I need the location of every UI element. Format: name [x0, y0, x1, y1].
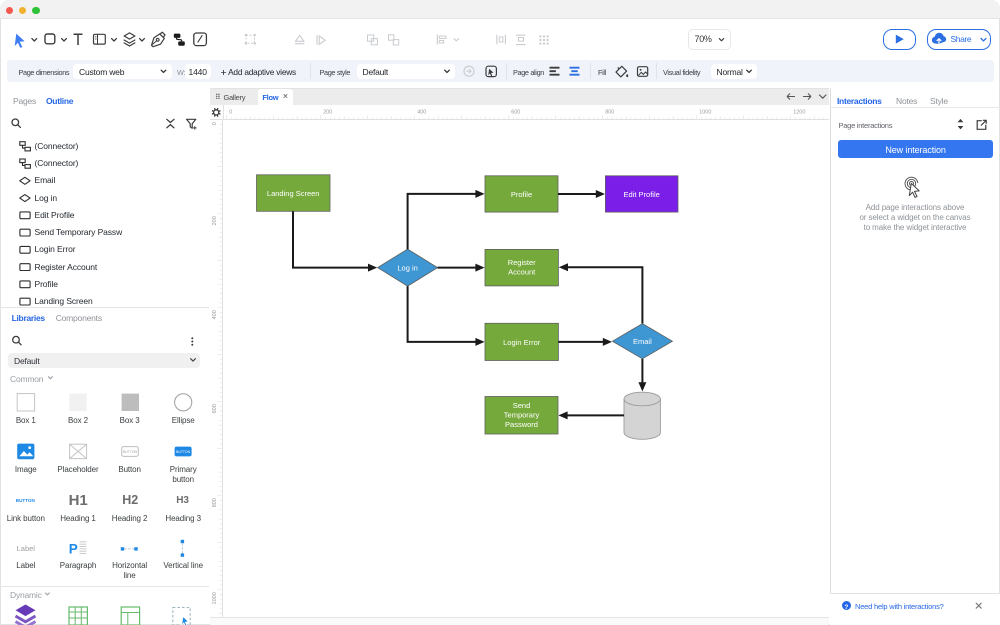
- svg-text:Log in: Log in: [397, 263, 417, 272]
- svg-text:200: 200: [212, 216, 218, 225]
- svg-text:200: 200: [323, 110, 332, 116]
- svg-text:Password: Password: [505, 420, 538, 429]
- svg-text:400: 400: [417, 110, 426, 116]
- svg-text:Register: Register: [508, 258, 536, 267]
- svg-text:600: 600: [511, 110, 520, 116]
- svg-text:Landing Screen: Landing Screen: [267, 189, 320, 198]
- svg-text:1200: 1200: [793, 110, 805, 116]
- svg-text:Email: Email: [633, 337, 652, 346]
- svg-text:Account: Account: [508, 267, 536, 276]
- svg-text:800: 800: [605, 110, 614, 116]
- svg-text:600: 600: [212, 404, 218, 413]
- svg-text:Login Error: Login Error: [503, 338, 541, 347]
- svg-text:400: 400: [212, 310, 218, 319]
- svg-text:Profile: Profile: [511, 190, 532, 199]
- svg-text:1000: 1000: [699, 110, 711, 116]
- svg-text:Temporary: Temporary: [504, 411, 540, 420]
- svg-text:800: 800: [212, 498, 218, 507]
- svg-text:1000: 1000: [212, 592, 218, 604]
- svg-text:0: 0: [212, 122, 218, 125]
- svg-text:Send: Send: [513, 401, 531, 410]
- svg-text:Edit Profile: Edit Profile: [624, 190, 660, 199]
- svg-text:0: 0: [229, 110, 232, 116]
